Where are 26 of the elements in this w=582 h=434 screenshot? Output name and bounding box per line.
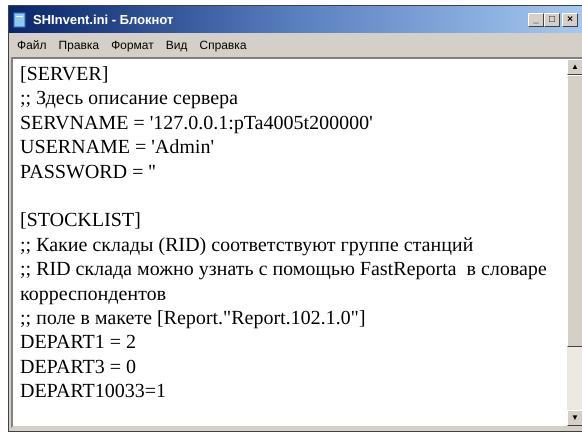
scrollbar-thumb[interactable] [567, 75, 582, 347]
text-line: ;; поле в макете [Report."Report.102.1.0"] [20, 306, 366, 330]
text-line: PASSWORD = '' [20, 160, 157, 184]
text-line: [SERVER] [20, 62, 110, 86]
text-line: DEPART10033=1 [20, 379, 168, 404]
text-line: DEPART3 = 0 [20, 354, 138, 380]
text-line: [STOCKLIST] [20, 208, 142, 233]
menu-item[interactable]: Справка [193, 36, 252, 54]
menu-item[interactable]: Формат [105, 36, 160, 54]
text-line: SERVNAME = '127.0.0.1:pTa4005t200000' [20, 110, 374, 136]
scroll-up-button[interactable]: ▲ [567, 59, 582, 75]
text-line: ;; Какие склады (RID) соответствуют группе станций [20, 232, 474, 258]
text-line: ;; Здесь описание сервера [20, 86, 239, 111]
text-line: USERNAME = 'Admin' [20, 135, 216, 160]
menu-item[interactable]: Правка [52, 36, 106, 54]
text-line: DEPART1 = 2 [20, 330, 138, 355]
minimize-button[interactable]: _ [528, 12, 544, 26]
vertical-scrollbar[interactable]: ▲ ▼ [567, 59, 582, 426]
maximize-button[interactable]: □ [544, 12, 560, 26]
scroll-down-button[interactable]: ▼ [567, 410, 582, 426]
menu-item[interactable]: Вид [160, 36, 194, 54]
text-line: ;; RID склада можно узнать с помощью FastReporta в словаре корреспондентов [20, 257, 548, 306]
close-button[interactable]: × [562, 12, 578, 26]
window-title: SHInvent.ini - Блокнот [33, 10, 174, 29]
menu-item[interactable]: Файл [11, 36, 53, 54]
notepad-icon [12, 12, 28, 28]
